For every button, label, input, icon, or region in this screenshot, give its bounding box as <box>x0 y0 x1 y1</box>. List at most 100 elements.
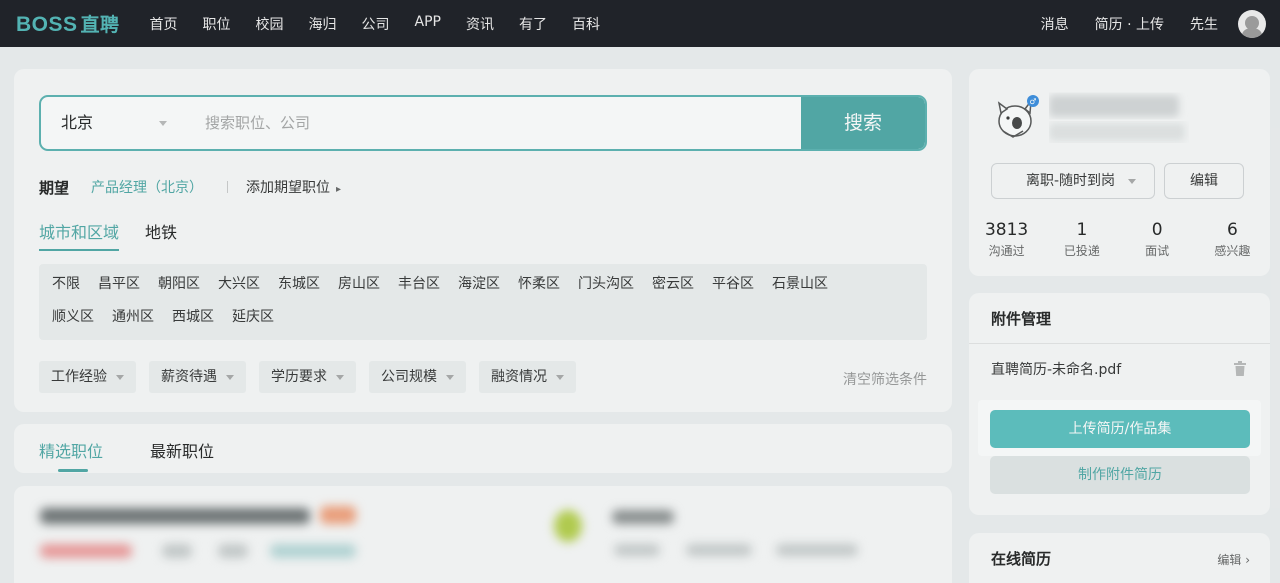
stat-interested[interactable]: 6 感兴趣 <box>1195 219 1270 259</box>
expectation-row: 期望 产品经理（北京） 添加期望职位 ▸ <box>39 177 341 197</box>
filter-education[interactable]: 学历要求 <box>259 361 356 393</box>
job-status-label: 离职-随时到岗 <box>1026 173 1116 189</box>
stat-label: 沟通过 <box>988 244 1025 258</box>
tab-featured-jobs[interactable]: 精选职位 <box>39 438 103 462</box>
stat-number: 3813 <box>984 220 1029 240</box>
nav-item-wiki[interactable]: 百科 <box>572 14 600 34</box>
district-item[interactable]: 房山区 <box>338 274 380 294</box>
divider <box>969 343 1270 344</box>
filter-label: 学历要求 <box>271 369 327 385</box>
nav-item-home[interactable]: 首页 <box>150 14 178 34</box>
filter-salary[interactable]: 薪资待遇 <box>149 361 246 393</box>
edit-profile-button[interactable]: 编辑 <box>1164 163 1244 199</box>
nav-item-app[interactable]: APP <box>415 14 441 34</box>
upload-resume-button[interactable]: 上传简历/作品集 <box>990 410 1250 448</box>
logo[interactable]: BOSS 直聘 <box>16 10 120 37</box>
blurred-tag <box>270 544 356 558</box>
stat-contacted[interactable]: 3813 沟通过 <box>969 219 1044 259</box>
logo-latin: BOSS <box>16 13 78 36</box>
tab-subway[interactable]: 地铁 <box>145 219 177 251</box>
district-list: 不限 昌平区 朝阳区 大兴区 东城区 房山区 丰台区 海淀区 怀柔区 门头沟区 密云区 平谷区 石景山区… <box>39 264 927 340</box>
tab-latest-jobs[interactable]: 最新职位 <box>150 438 214 462</box>
district-item[interactable]: 石景山区 <box>772 274 828 294</box>
tab-city-district[interactable]: 城市和区域 <box>39 219 120 251</box>
nav-messages[interactable]: 消息 <box>1041 14 1069 34</box>
filter-company-size[interactable]: 公司规模 <box>369 361 466 393</box>
svg-text:♂: ♂ <box>1029 97 1036 106</box>
blurred-company-tag <box>614 544 660 556</box>
logo-cn: 直聘 <box>80 14 120 36</box>
district-item[interactable]: 朝阳区 <box>158 274 200 294</box>
district-item[interactable]: 通州区 <box>112 307 154 327</box>
nav-item-overseas[interactable]: 海归 <box>309 14 337 34</box>
filter-label: 融资情况 <box>491 369 547 385</box>
nav-menu: 首页 职位 校园 海归 公司 APP 资讯 有了 百科 <box>150 14 625 34</box>
search-input[interactable] <box>205 97 795 149</box>
blurred-company-logo <box>554 510 582 542</box>
filter-label: 薪资待遇 <box>161 369 217 385</box>
district-item[interactable]: 东城区 <box>278 274 320 294</box>
nav-item-jobs[interactable]: 职位 <box>203 14 231 34</box>
job-tabs-card: 精选职位 最新职位 <box>14 424 952 473</box>
blurred-salary-tag <box>320 506 356 524</box>
district-item[interactable]: 怀柔区 <box>518 274 560 294</box>
stats-row: 3813 沟通过 1 已投递 0 面试 6 感兴趣 <box>969 219 1270 259</box>
district-item[interactable]: 门头沟区 <box>578 274 634 294</box>
filter-funding[interactable]: 融资情况 <box>479 361 576 393</box>
district-item[interactable]: 密云区 <box>652 274 694 294</box>
stat-applied[interactable]: 1 已投递 <box>1044 219 1119 259</box>
nav-resume-upload[interactable]: 简历 · 上传 <box>1095 14 1164 34</box>
nav-item-campus[interactable]: 校园 <box>256 14 284 34</box>
resume-file-link[interactable]: 直聘简历-未命名.pdf <box>991 359 1121 379</box>
region-tabs: 城市和区域 地铁 <box>39 219 177 251</box>
nav-user-name[interactable]: 先生 <box>1190 14 1218 34</box>
nav-item-news[interactable]: 资讯 <box>466 14 494 34</box>
district-item[interactable]: 海淀区 <box>458 274 500 294</box>
district-item[interactable]: 延庆区 <box>232 307 274 327</box>
stat-label: 感兴趣 <box>1214 244 1251 258</box>
expected-job-link[interactable]: 产品经理（北京） <box>91 177 203 197</box>
chevron-right-icon: ▸ <box>336 184 342 195</box>
trash-icon[interactable] <box>1233 361 1247 377</box>
district-item[interactable]: 顺义区 <box>52 307 94 327</box>
nav-item-company[interactable]: 公司 <box>362 14 390 34</box>
clear-filters-link[interactable]: 清空筛选条件 <box>843 369 927 389</box>
blurred-job-title <box>40 508 310 524</box>
job-card[interactable] <box>14 486 952 583</box>
attachments-title: 附件管理 <box>991 310 1052 328</box>
attachments-card: 附件管理 直聘简历-未命名.pdf 上传简历/作品集 制作附件简历 <box>969 293 1270 515</box>
chevron-down-icon <box>116 374 124 380</box>
add-expectation-label: 添加期望职位 <box>246 180 331 196</box>
filter-experience[interactable]: 工作经验 <box>39 361 136 393</box>
online-resume-edit-label: 编辑 <box>1217 553 1242 567</box>
profile-card: ♂ 离职-随时到岗 编辑 3813 沟通过 1 已投递 0 面试 6 感兴趣 <box>969 69 1270 276</box>
district-item[interactable]: 平谷区 <box>712 274 754 294</box>
blurred-user-name <box>1049 95 1185 141</box>
stat-label: 已投递 <box>1063 244 1100 258</box>
stat-number: 0 <box>1151 220 1163 240</box>
chevron-down-icon <box>556 374 564 380</box>
stat-number: 1 <box>1076 220 1088 240</box>
city-select[interactable]: 北京 <box>61 97 93 149</box>
blurred-company-name <box>612 510 674 524</box>
blurred-company-tag <box>686 544 752 556</box>
blurred-salary <box>40 544 132 558</box>
search-button[interactable]: 搜索 <box>801 97 925 149</box>
chevron-down-icon[interactable] <box>159 121 167 126</box>
district-item[interactable]: 西城区 <box>172 307 214 327</box>
stat-interview[interactable]: 0 面试 <box>1120 219 1195 259</box>
district-item[interactable]: 丰台区 <box>398 274 440 294</box>
make-attachment-resume-button[interactable]: 制作附件简历 <box>990 456 1250 494</box>
district-item[interactable]: 昌平区 <box>98 274 140 294</box>
add-expectation-link[interactable]: 添加期望职位 ▸ <box>246 177 341 197</box>
job-status-select[interactable]: 离职-随时到岗 <box>991 163 1155 199</box>
nav-item-youle[interactable]: 有了 <box>519 14 547 34</box>
filter-label: 工作经验 <box>51 369 107 385</box>
avatar[interactable] <box>1238 9 1266 38</box>
online-resume-edit-link[interactable]: 编辑 › <box>1217 551 1250 568</box>
district-item[interactable]: 不限 <box>52 274 80 294</box>
mascot-avatar-icon[interactable]: ♂ <box>991 91 1043 143</box>
district-item[interactable]: 大兴区 <box>218 274 260 294</box>
stat-number: 6 <box>1226 220 1238 240</box>
top-nav: BOSS 直聘 首页 职位 校园 海归 公司 APP 资讯 有了 百科 消息 简… <box>0 0 1280 47</box>
